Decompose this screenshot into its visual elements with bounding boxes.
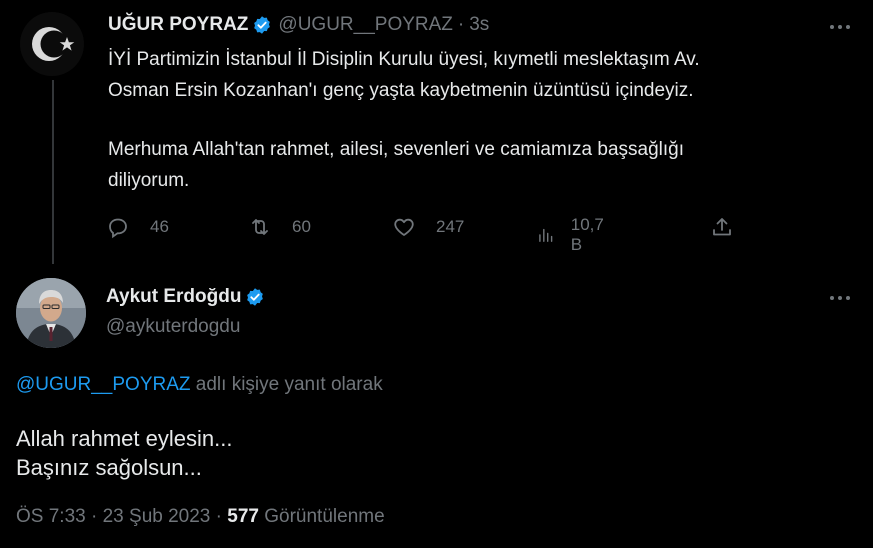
time-separator: · xyxy=(457,14,465,35)
meta-separator: · xyxy=(210,506,228,527)
author-handle[interactable]: @aykuterdogdu xyxy=(106,316,240,338)
like-count: 247 xyxy=(436,217,465,236)
more-dots-icon[interactable] xyxy=(825,18,855,36)
retweet-count: 60 xyxy=(292,217,311,236)
share-icon xyxy=(713,218,731,236)
reply-tweet-header: Aykut Erdoğdu xyxy=(106,286,265,308)
crescent-star-logo-icon xyxy=(20,12,84,76)
tweet-meta: ÖS 7:33 · 23 Şub 2023 · 577 Görüntülenme xyxy=(16,506,385,528)
quoted-tweet-text: İYİ Partimizin İstanbul İl Disiplin Kuru… xyxy=(108,44,848,196)
author-name[interactable]: UĞUR POYRAZ xyxy=(108,14,248,36)
views-chart-icon xyxy=(539,228,553,242)
thread-connector-line xyxy=(52,80,54,264)
views-count: 577 xyxy=(227,506,259,527)
views-count: 10,7 B xyxy=(570,215,604,254)
reply-context-text: adlı kişiye yanıt olarak xyxy=(190,374,383,395)
heart-icon xyxy=(394,218,414,236)
quoted-tweet-header: UĞUR POYRAZ @UGUR__POYRAZ · 3s xyxy=(108,14,489,36)
retweet-action[interactable]: 60 xyxy=(248,215,311,239)
tweet-date[interactable]: 23 Şub 2023 xyxy=(103,506,211,527)
text-line: Osman Ersin Kozanhan'ı genç yaşta kaybet… xyxy=(108,80,694,101)
reply-count: 46 xyxy=(150,217,169,236)
profile-photo-icon xyxy=(16,278,86,348)
author-handle[interactable]: @UGUR__POYRAZ xyxy=(278,14,453,36)
reply-context: @UGUR__POYRAZ adlı kişiye yanıt olarak xyxy=(16,374,383,396)
meta-separator: · xyxy=(85,506,103,527)
reply-icon xyxy=(109,218,127,239)
reply-mention-link[interactable]: @UGUR__POYRAZ xyxy=(16,374,191,395)
reply-tweet-text: Allah rahmet eylesin... Başınız sağolsun… xyxy=(16,424,232,482)
text-line: İYİ Partimizin İstanbul İl Disiplin Kuru… xyxy=(108,49,700,70)
more-dots-icon[interactable] xyxy=(825,289,855,307)
verified-badge-icon xyxy=(254,16,271,34)
text-line: Başınız sağolsun... xyxy=(16,455,202,480)
share-action[interactable] xyxy=(710,215,754,239)
avatar-ugur-poyraz[interactable] xyxy=(20,12,84,76)
tweet-time[interactable]: 3s xyxy=(469,14,489,36)
reply-action[interactable]: 46 xyxy=(106,215,169,239)
views-label: Görüntülenme xyxy=(258,506,385,527)
author-name[interactable]: Aykut Erdoğdu xyxy=(106,286,241,308)
reply-handle-row: @aykuterdogdu xyxy=(106,316,240,338)
text-line: diliyorum. xyxy=(108,170,190,191)
retweet-icon xyxy=(252,219,268,235)
views-action[interactable]: 10,7 B xyxy=(536,215,609,255)
avatar-aykut-erdogdu[interactable] xyxy=(16,278,86,348)
like-action[interactable]: 247 xyxy=(392,215,464,239)
tweet-time[interactable]: ÖS 7:33 xyxy=(16,506,86,527)
text-line: Allah rahmet eylesin... xyxy=(16,426,233,451)
verified-badge-icon xyxy=(247,288,264,306)
text-line: Merhuma Allah'tan rahmet, ailesi, sevenl… xyxy=(108,139,685,160)
